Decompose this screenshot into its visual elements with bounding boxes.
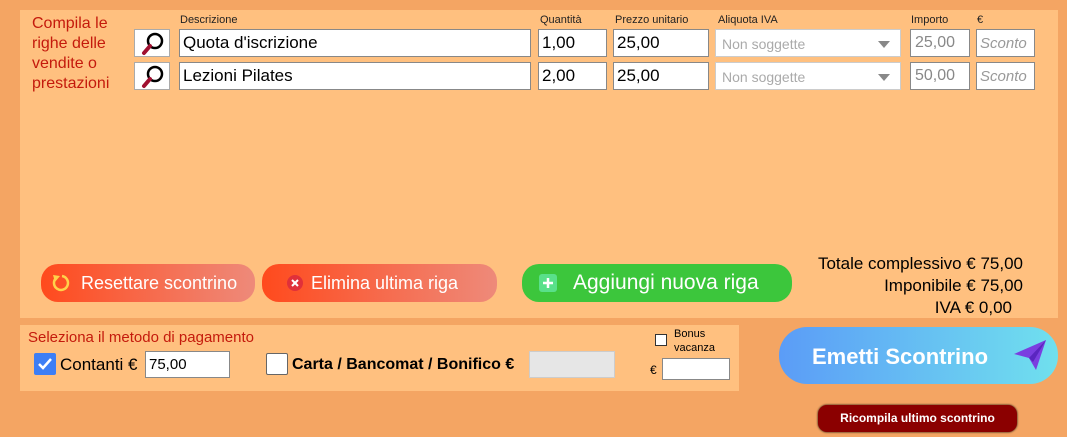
- search-button[interactable]: [134, 29, 170, 57]
- row-1-aliquota-select[interactable]: Non soggette: [715, 29, 901, 57]
- carta-label: Carta / Bancomat / Bonifico €: [292, 356, 515, 373]
- paper-plane-icon: [1014, 340, 1046, 370]
- carta-checkbox[interactable]: [266, 353, 288, 375]
- row-1-aliquota-value: Non soggette: [722, 36, 806, 52]
- bonus-vacanza-label: Bonus vacanza: [674, 328, 715, 354]
- x-circle-icon: [287, 275, 303, 291]
- row-2-quantita-input[interactable]: 2,00: [538, 62, 607, 90]
- contanti-label: Contanti €: [60, 355, 138, 374]
- header-euro: €: [977, 14, 984, 26]
- search-button[interactable]: [134, 62, 170, 90]
- row-2-aliquota-select[interactable]: Non soggette: [715, 62, 901, 90]
- checkmark-icon: [38, 358, 52, 370]
- refresh-icon: [52, 274, 70, 292]
- intro-text: Compila le righe delle vendite o prestaz…: [32, 15, 110, 92]
- imponibile: Imponibile € 75,00: [884, 276, 1023, 295]
- plus-square-icon: [539, 274, 557, 292]
- row-1-importo: 25,00: [910, 29, 970, 57]
- header-quantita: Quantità: [540, 14, 582, 26]
- header-importo: Importo: [911, 14, 949, 26]
- row-2-importo: 50,00: [910, 62, 970, 90]
- add-row-button[interactable]: Aggiungi nuova riga: [522, 264, 792, 302]
- header-prezzo-unitario: Prezzo unitario: [615, 14, 689, 26]
- delete-last-row-button[interactable]: Elimina ultima riga: [262, 264, 497, 302]
- contanti-amount-input[interactable]: 75,00: [145, 351, 230, 378]
- emetti-button-label: Emetti Scontrino: [812, 344, 989, 369]
- row-2-sconto-input[interactable]: Sconto: [976, 62, 1035, 90]
- row-2-prezzo-input[interactable]: 25,00: [613, 62, 709, 90]
- iva-total: IVA € 0,00: [934, 298, 1012, 317]
- magnifier-icon: [142, 65, 164, 88]
- bonus-vacanza-checkbox[interactable]: [655, 334, 667, 346]
- contanti-checkbox[interactable]: [34, 353, 56, 375]
- emetti-scontrino-button[interactable]: Emetti Scontrino: [779, 327, 1058, 384]
- chevron-down-icon: [878, 41, 890, 48]
- ricompila-button[interactable]: Ricompila ultimo scontrino: [818, 405, 1017, 432]
- reset-receipt-button[interactable]: Resettare scontrino: [41, 264, 255, 302]
- header-aliquota-iva: Aliquota IVA: [718, 14, 778, 26]
- row-1-sconto-input[interactable]: Sconto: [976, 29, 1035, 57]
- row-2-aliquota-value: Non soggette: [722, 69, 806, 85]
- payment-title: Seleziona il metodo di pagamento: [28, 329, 254, 346]
- row-1-descrizione-input[interactable]: Quota d'iscrizione: [179, 29, 531, 57]
- bonus-euro-label: €: [650, 363, 657, 377]
- reset-button-label: Resettare scontrino: [81, 272, 238, 293]
- bonus-amount-input[interactable]: [662, 358, 730, 380]
- row-2-descrizione-input[interactable]: Lezioni Pilates: [179, 62, 531, 90]
- chevron-down-icon: [878, 74, 890, 81]
- row-1-quantita-input[interactable]: 1,00: [538, 29, 607, 57]
- add-button-label: Aggiungi nuova riga: [573, 271, 759, 294]
- carta-amount-input[interactable]: [529, 351, 615, 378]
- totale-complessivo: Totale complessivo € 75,00: [817, 254, 1023, 273]
- row-1-prezzo-input[interactable]: 25,00: [613, 29, 709, 57]
- header-descrizione: Descrizione: [180, 14, 238, 26]
- magnifier-icon: [142, 32, 164, 55]
- delete-button-label: Elimina ultima riga: [311, 272, 459, 293]
